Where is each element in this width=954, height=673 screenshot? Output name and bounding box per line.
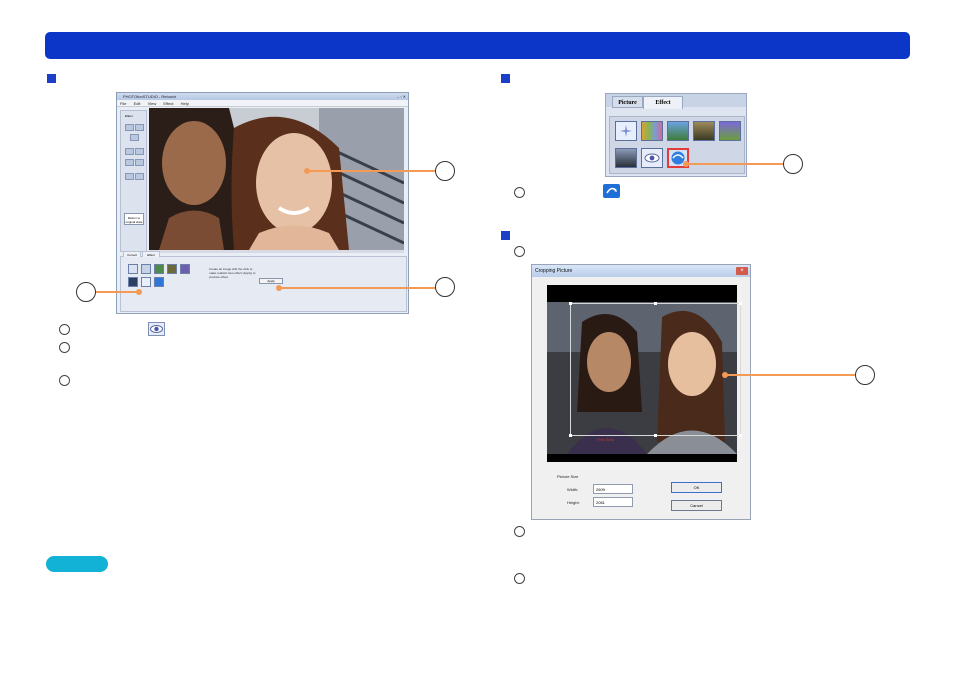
width-field[interactable]: 2609 bbox=[593, 484, 633, 494]
callout-marker bbox=[76, 282, 96, 302]
dialog-title-bar: Cropping Picture × bbox=[532, 265, 750, 277]
cropping-dialog: Cropping Picture × Fine Sina Picture Siz… bbox=[531, 264, 751, 520]
retouch-window: PHOTOfunSTUDIO - Retouch ‒ ▫ ✕ File Edit… bbox=[116, 92, 409, 314]
section-bullet bbox=[501, 231, 510, 240]
step-marker bbox=[514, 187, 525, 198]
horizontal-scrollbar[interactable] bbox=[149, 250, 404, 253]
width-label: Width: bbox=[567, 487, 579, 492]
callout-line bbox=[94, 291, 140, 293]
tool-panel: Effect Return to original state bbox=[120, 110, 147, 252]
step-marker bbox=[59, 342, 70, 353]
picture-size-label: Picture Size bbox=[557, 474, 579, 479]
effect-thumb-eye[interactable] bbox=[641, 148, 663, 168]
crop-frame[interactable] bbox=[569, 302, 742, 437]
step-marker bbox=[514, 573, 525, 584]
effect-thumb-landscape[interactable] bbox=[667, 121, 689, 141]
tool-button[interactable] bbox=[125, 173, 134, 180]
window-title: PHOTOfunSTUDIO - Retouch ‒ ▫ ✕ bbox=[117, 93, 408, 100]
tool-button[interactable] bbox=[135, 124, 144, 131]
effect-thumb[interactable] bbox=[180, 264, 190, 274]
effect-thumb-sparkle[interactable] bbox=[615, 121, 637, 141]
callout-dot bbox=[136, 289, 142, 295]
step-marker bbox=[59, 324, 70, 335]
crop-handle[interactable] bbox=[654, 434, 657, 437]
menu-view[interactable]: View bbox=[148, 101, 157, 106]
dialog-title: Cropping Picture bbox=[535, 268, 573, 274]
eye-icon bbox=[148, 322, 165, 341]
effect-thumb[interactable] bbox=[154, 264, 164, 274]
callout-dot bbox=[722, 372, 728, 378]
callout-marker bbox=[783, 154, 803, 174]
effect-thumb-landscape[interactable] bbox=[719, 121, 741, 141]
step-marker bbox=[59, 375, 70, 386]
header-bar bbox=[45, 32, 910, 59]
tool-button[interactable] bbox=[125, 148, 134, 155]
tab-effect[interactable]: Effect bbox=[142, 251, 160, 257]
callout-dot bbox=[683, 161, 689, 167]
step-marker bbox=[514, 246, 525, 257]
crop-handle[interactable] bbox=[739, 434, 742, 437]
effect-grid bbox=[609, 116, 745, 174]
height-label: Height: bbox=[567, 500, 580, 505]
effect-thumb[interactable] bbox=[154, 277, 164, 287]
instruction-text: Create an image with the click to make r… bbox=[209, 267, 256, 279]
step-marker bbox=[514, 526, 525, 537]
crop-handle[interactable] bbox=[654, 302, 657, 305]
menu-file[interactable]: File bbox=[120, 101, 126, 106]
callout-dot bbox=[304, 168, 310, 174]
tool-button[interactable] bbox=[135, 148, 144, 155]
window-controls[interactable]: ‒ ▫ ✕ bbox=[397, 94, 406, 99]
callout-line bbox=[307, 170, 436, 172]
tab-effect[interactable]: Effect bbox=[643, 96, 683, 109]
cancel-button[interactable]: Cancel bbox=[671, 500, 722, 511]
menu-effect[interactable]: Effect bbox=[163, 101, 173, 106]
tool-panel-label: Effect bbox=[125, 114, 133, 118]
effect-thumb[interactable] bbox=[167, 264, 177, 274]
note-badge bbox=[46, 556, 108, 572]
crop-preview: Fine Sina bbox=[547, 285, 742, 462]
window-title-text: PHOTOfunSTUDIO - Retouch bbox=[123, 94, 177, 99]
menu-edit[interactable]: Edit bbox=[134, 101, 141, 106]
effect-thumb-night[interactable] bbox=[615, 148, 637, 168]
callout-dot bbox=[276, 285, 282, 291]
effect-thumb-color[interactable] bbox=[641, 121, 663, 141]
tab-correct[interactable]: Correct bbox=[123, 251, 141, 257]
apply-button[interactable]: Apply bbox=[259, 278, 283, 284]
tool-button[interactable] bbox=[125, 124, 134, 131]
effect-thumb-eye[interactable] bbox=[141, 277, 151, 287]
section-bullet bbox=[47, 74, 56, 83]
effect-thumb[interactable] bbox=[141, 264, 151, 274]
tool-button[interactable] bbox=[130, 134, 139, 141]
portrait-photo bbox=[149, 108, 405, 250]
callout-line bbox=[279, 287, 437, 289]
menu-bar: File Edit View Effect Help bbox=[117, 100, 408, 107]
callout-line bbox=[725, 374, 855, 376]
tool-button[interactable] bbox=[135, 173, 144, 180]
effect-thumb-landscape[interactable] bbox=[693, 121, 715, 141]
crop-handle[interactable] bbox=[569, 434, 572, 437]
tab-picture[interactable]: Picture bbox=[612, 96, 643, 108]
crop-handle[interactable] bbox=[739, 302, 742, 305]
photo-watermark: Fine Sina bbox=[597, 437, 614, 442]
close-icon[interactable]: × bbox=[736, 267, 748, 275]
callout-marker bbox=[435, 161, 455, 181]
section-bullet bbox=[501, 74, 510, 83]
effect-pane: Correct Effect Create an image with the … bbox=[120, 251, 407, 312]
page: PHOTOfunSTUDIO - Retouch ‒ ▫ ✕ File Edit… bbox=[0, 0, 954, 673]
effect-thumb[interactable] bbox=[128, 264, 138, 274]
crop-handle[interactable] bbox=[569, 302, 572, 305]
blue-arrows-icon bbox=[603, 184, 620, 203]
tool-button[interactable] bbox=[125, 159, 134, 166]
callout-marker bbox=[435, 277, 455, 297]
height-field[interactable]: 2061 bbox=[593, 497, 633, 507]
tool-button[interactable] bbox=[135, 159, 144, 166]
callout-line bbox=[686, 163, 783, 165]
menu-help[interactable]: Help bbox=[181, 101, 189, 106]
callout-marker bbox=[855, 365, 875, 385]
ok-button[interactable]: OK bbox=[671, 482, 722, 493]
effect-thumb[interactable] bbox=[128, 277, 138, 287]
photo-preview bbox=[149, 108, 405, 250]
return-original-button[interactable]: Return to original state bbox=[124, 213, 144, 225]
